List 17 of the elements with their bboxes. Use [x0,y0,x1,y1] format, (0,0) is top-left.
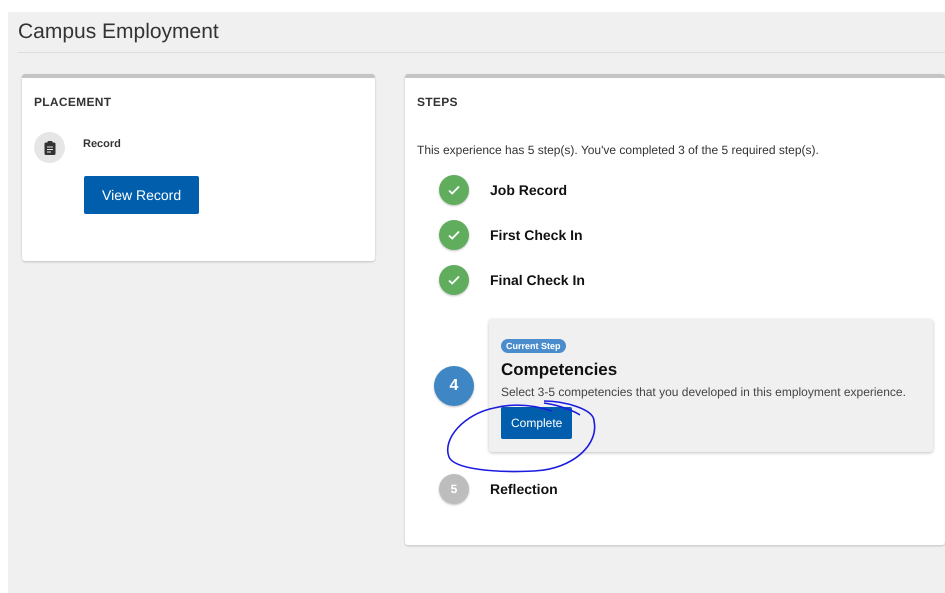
step-number: 5 [439,474,469,504]
record-label: Record [83,138,121,152]
step-title: Competencies [501,360,618,380]
page-title: Campus Employment [18,12,945,53]
step-description: Select 3-5 competencies that you developed in this employment experience. [501,385,907,399]
step-title: Job Record [490,182,568,198]
clipboard-icon [34,132,65,163]
card-heading: STEPS [417,95,459,109]
step-title: Reflection [490,480,558,496]
view-record-button[interactable]: View Record [84,176,200,214]
card-heading: PLACEMENT [34,95,112,109]
steps-summary: This experience has 5 step(s). You've completed 3 of the 5 required step(s). [417,143,820,157]
step-title: First Check In [490,226,583,242]
step-number: 4 [434,366,474,406]
current-step-badge: Current Step [501,339,566,353]
step-title: Final Check In [490,272,585,288]
complete-button[interactable]: Complete [501,407,572,439]
